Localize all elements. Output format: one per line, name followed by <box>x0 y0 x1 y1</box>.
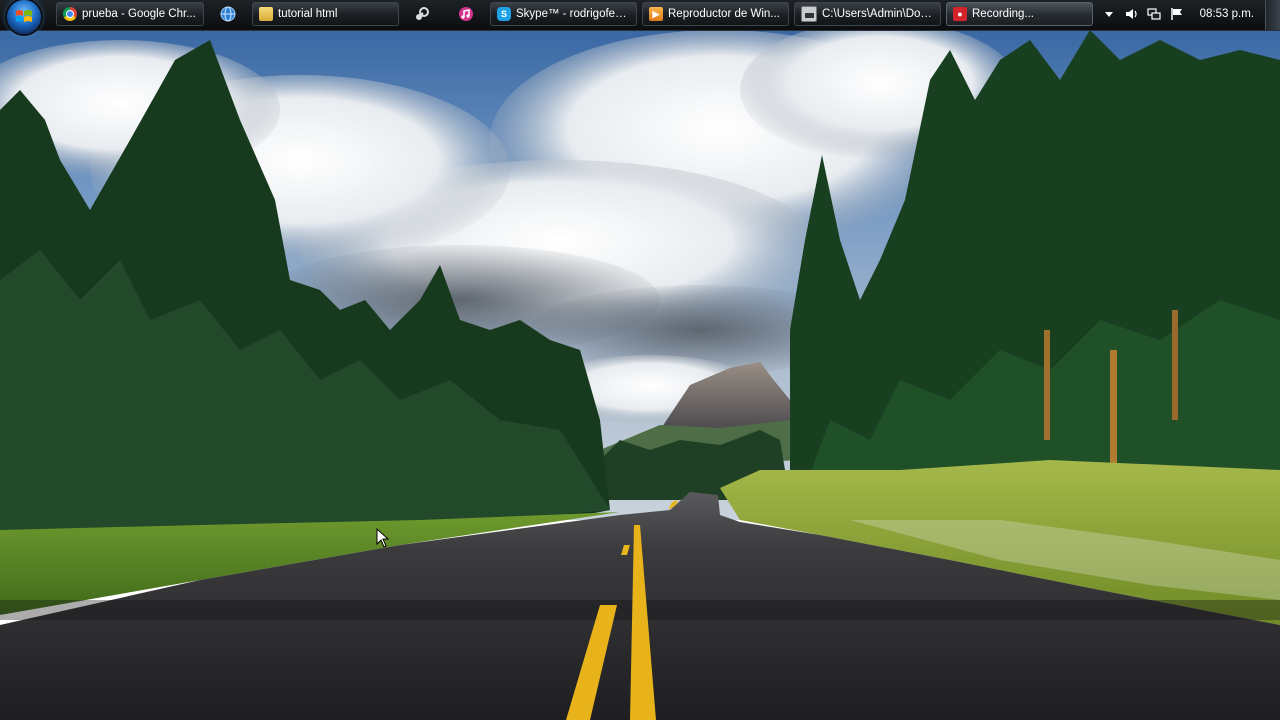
mouse-cursor-icon <box>376 528 390 548</box>
itunes-icon[interactable] <box>458 6 474 22</box>
taskbar: prueba - Google Chr... tutorial html S S… <box>0 0 1280 34</box>
start-button[interactable] <box>7 0 41 34</box>
chrome-icon <box>63 7 77 21</box>
folder-icon <box>259 7 273 21</box>
taskbar-button-label: C:\Users\Admin\Doc... <box>822 8 934 20</box>
taskbar-button-label: Skype™ - rodrigofer1... <box>516 8 630 20</box>
network-icon[interactable] <box>1147 7 1161 21</box>
tray-overflow-icon[interactable] <box>1102 7 1116 21</box>
taskbar-button-label: Reproductor de Win... <box>668 8 780 20</box>
desktop-wallpaper <box>0 0 1280 720</box>
recording-icon: ● <box>953 7 967 21</box>
taskbar-button-label: Recording... <box>972 8 1035 20</box>
network-globe-icon[interactable] <box>220 6 236 22</box>
console-icon <box>801 6 817 22</box>
system-clock[interactable]: 08:53 p.m. <box>1200 8 1254 20</box>
taskbar-button-chrome[interactable]: prueba - Google Chr... <box>56 2 204 26</box>
taskbar-button-recording[interactable]: ● Recording... <box>946 2 1093 26</box>
desktop[interactable]: prueba - Google Chr... tutorial html S S… <box>0 0 1280 720</box>
taskbar-button-label: prueba - Google Chr... <box>82 8 196 20</box>
taskbar-button-skype[interactable]: S Skype™ - rodrigofer1... <box>490 2 637 26</box>
taskbar-button-folder[interactable]: tutorial html <box>252 2 399 26</box>
skype-icon: S <box>497 7 511 21</box>
media-player-icon: ▶ <box>649 7 663 21</box>
windows-logo-icon <box>16 10 32 22</box>
taskbar-button-media-player[interactable]: ▶ Reproductor de Win... <box>642 2 789 26</box>
volume-icon[interactable] <box>1125 7 1139 21</box>
flag-icon[interactable] <box>1170 7 1184 21</box>
show-desktop-button[interactable] <box>1265 0 1280 30</box>
steam-icon[interactable] <box>414 6 430 22</box>
taskbar-button-explorer[interactable]: C:\Users\Admin\Doc... <box>794 2 941 26</box>
taskbar-button-label: tutorial html <box>278 8 338 20</box>
